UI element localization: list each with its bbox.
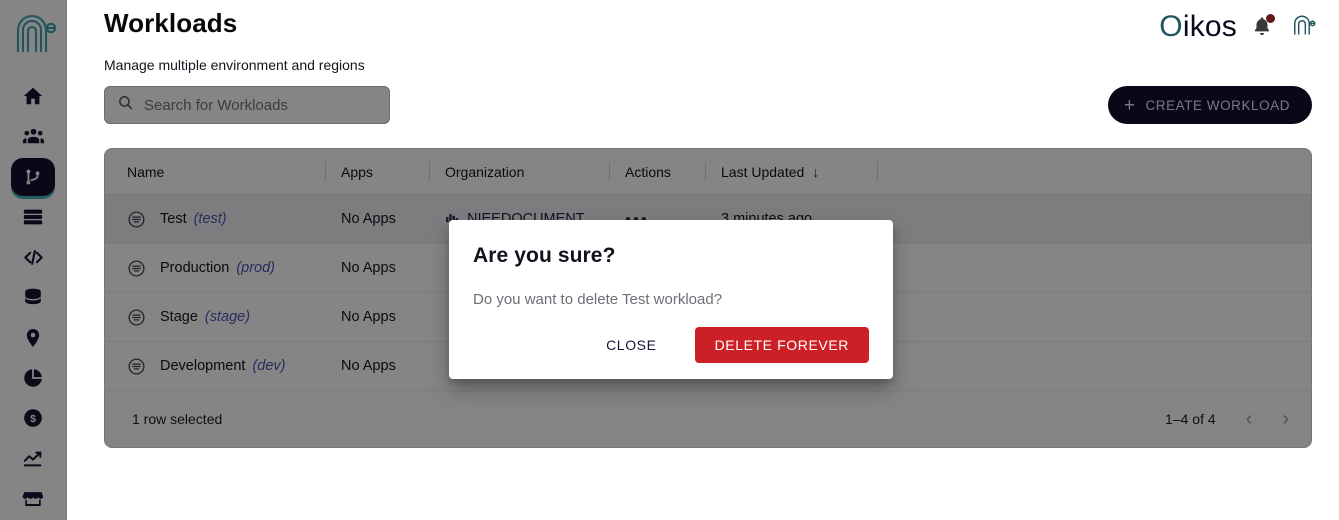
column-header-name-label: Name: [127, 163, 165, 180]
column-header-apps-label: Apps: [341, 163, 373, 180]
column-header-apps[interactable]: Apps: [325, 149, 429, 195]
page-title: Workloads: [104, 8, 238, 38]
row-name: Stage: [160, 309, 198, 325]
home-icon: [22, 85, 44, 107]
row-slug: (dev): [252, 358, 286, 374]
column-header-name[interactable]: Name: [105, 149, 325, 195]
workload-circle-icon: [127, 308, 146, 327]
column-header-organization-label: Organization: [445, 163, 525, 180]
row-slug: (prod): [236, 260, 276, 276]
cell-apps: No Apps: [341, 358, 396, 374]
sidebar-item-code[interactable]: [11, 238, 55, 276]
search-input[interactable]: [144, 96, 377, 114]
dollar-circle-icon: $: [22, 407, 44, 429]
selection-status: 1 row selected: [132, 411, 223, 427]
row-name: Test: [160, 211, 187, 227]
column-divider: [609, 161, 610, 181]
trending-up-icon: [22, 448, 44, 470]
dialog-message: Do you want to delete Test workload?: [473, 291, 723, 308]
column-header-actions-label: Actions: [625, 163, 671, 180]
search-box[interactable]: [104, 86, 390, 124]
column-divider: [429, 161, 430, 181]
sidebar-item-workloads[interactable]: [11, 157, 55, 196]
search-icon: [117, 94, 134, 116]
sidebar-item-home[interactable]: [11, 77, 55, 115]
row-slug: (test): [193, 211, 227, 227]
app-root: $ Oikos Workloads Manage multiple enviro…: [0, 0, 1339, 520]
sidebar-item-analytics[interactable]: [11, 359, 55, 397]
cell-name: Test (test): [105, 195, 325, 244]
sidebar: $: [0, 0, 67, 520]
arrow-down-icon: ↓: [812, 163, 820, 180]
cell-name: Stage (stage): [105, 293, 325, 342]
column-header-actions[interactable]: Actions: [609, 149, 705, 195]
row-name: Production: [160, 260, 230, 276]
storefront-icon: [22, 488, 44, 510]
dialog-title: Are you sure?: [473, 244, 616, 267]
sidebar-item-billing[interactable]: $: [11, 399, 55, 437]
dialog-actions: CLOSE DELETE FOREVER: [596, 327, 869, 363]
chevron-right-icon[interactable]: ›: [1282, 409, 1289, 429]
cell-apps: No Apps: [341, 260, 396, 276]
sidebar-item-servers[interactable]: [11, 198, 55, 236]
confirm-delete-dialog: Are you sure? Do you want to delete Test…: [449, 220, 893, 379]
workload-circle-icon: [127, 357, 146, 376]
row-slug: (stage): [204, 309, 251, 325]
users-icon: [22, 125, 45, 148]
row-name: Development: [160, 358, 246, 374]
sidebar-item-teams[interactable]: [11, 117, 55, 155]
location-pin-icon: [22, 327, 44, 349]
sidebar-item-databases[interactable]: [11, 278, 55, 316]
database-icon: [22, 286, 44, 308]
cell-name: Development (dev): [105, 342, 325, 391]
create-workload-button[interactable]: + CREATE WORKLOAD: [1107, 86, 1312, 124]
page-subtitle: Manage multiple environment and regions: [104, 57, 365, 73]
close-button[interactable]: CLOSE: [596, 329, 666, 361]
pagination: 1–4 of 4 ‹ ›: [1165, 409, 1289, 429]
column-divider: [325, 161, 326, 181]
pagination-range: 1–4 of 4: [1165, 411, 1216, 427]
column-header-last-updated[interactable]: Last Updated ↓: [705, 149, 877, 195]
sidebar-item-metrics[interactable]: [11, 439, 55, 477]
create-workload-label: CREATE WORKLOAD: [1145, 97, 1290, 113]
column-header-last-updated-label: Last Updated: [721, 163, 805, 180]
svg-text:$: $: [30, 413, 36, 425]
cell-apps: No Apps: [341, 211, 396, 227]
cell-apps: No Apps: [341, 309, 396, 325]
table-header-row: Name Apps Organization Actions Last Upda…: [105, 149, 1311, 195]
plus-icon: +: [1123, 94, 1136, 116]
column-divider: [705, 161, 706, 181]
chevron-left-icon[interactable]: ‹: [1246, 409, 1253, 429]
pie-chart-icon: [22, 367, 44, 389]
workload-circle-icon: [127, 259, 146, 278]
column-divider: [877, 161, 878, 181]
server-rack-icon: [22, 206, 44, 228]
sidebar-item-regions[interactable]: [11, 319, 55, 357]
code-icon: [22, 246, 45, 269]
oikos-arch-logo: [6, 6, 60, 65]
table-footer: 1 row selected 1–4 of 4 ‹ ›: [105, 391, 1311, 447]
column-header-organization[interactable]: Organization: [429, 149, 609, 195]
delete-forever-button[interactable]: DELETE FOREVER: [694, 327, 869, 363]
git-branch-icon: [22, 166, 44, 188]
cell-name: Production (prod): [105, 244, 325, 293]
column-header-end: [877, 149, 917, 195]
workload-circle-icon: [127, 210, 146, 229]
sidebar-item-marketplace[interactable]: [11, 480, 55, 518]
